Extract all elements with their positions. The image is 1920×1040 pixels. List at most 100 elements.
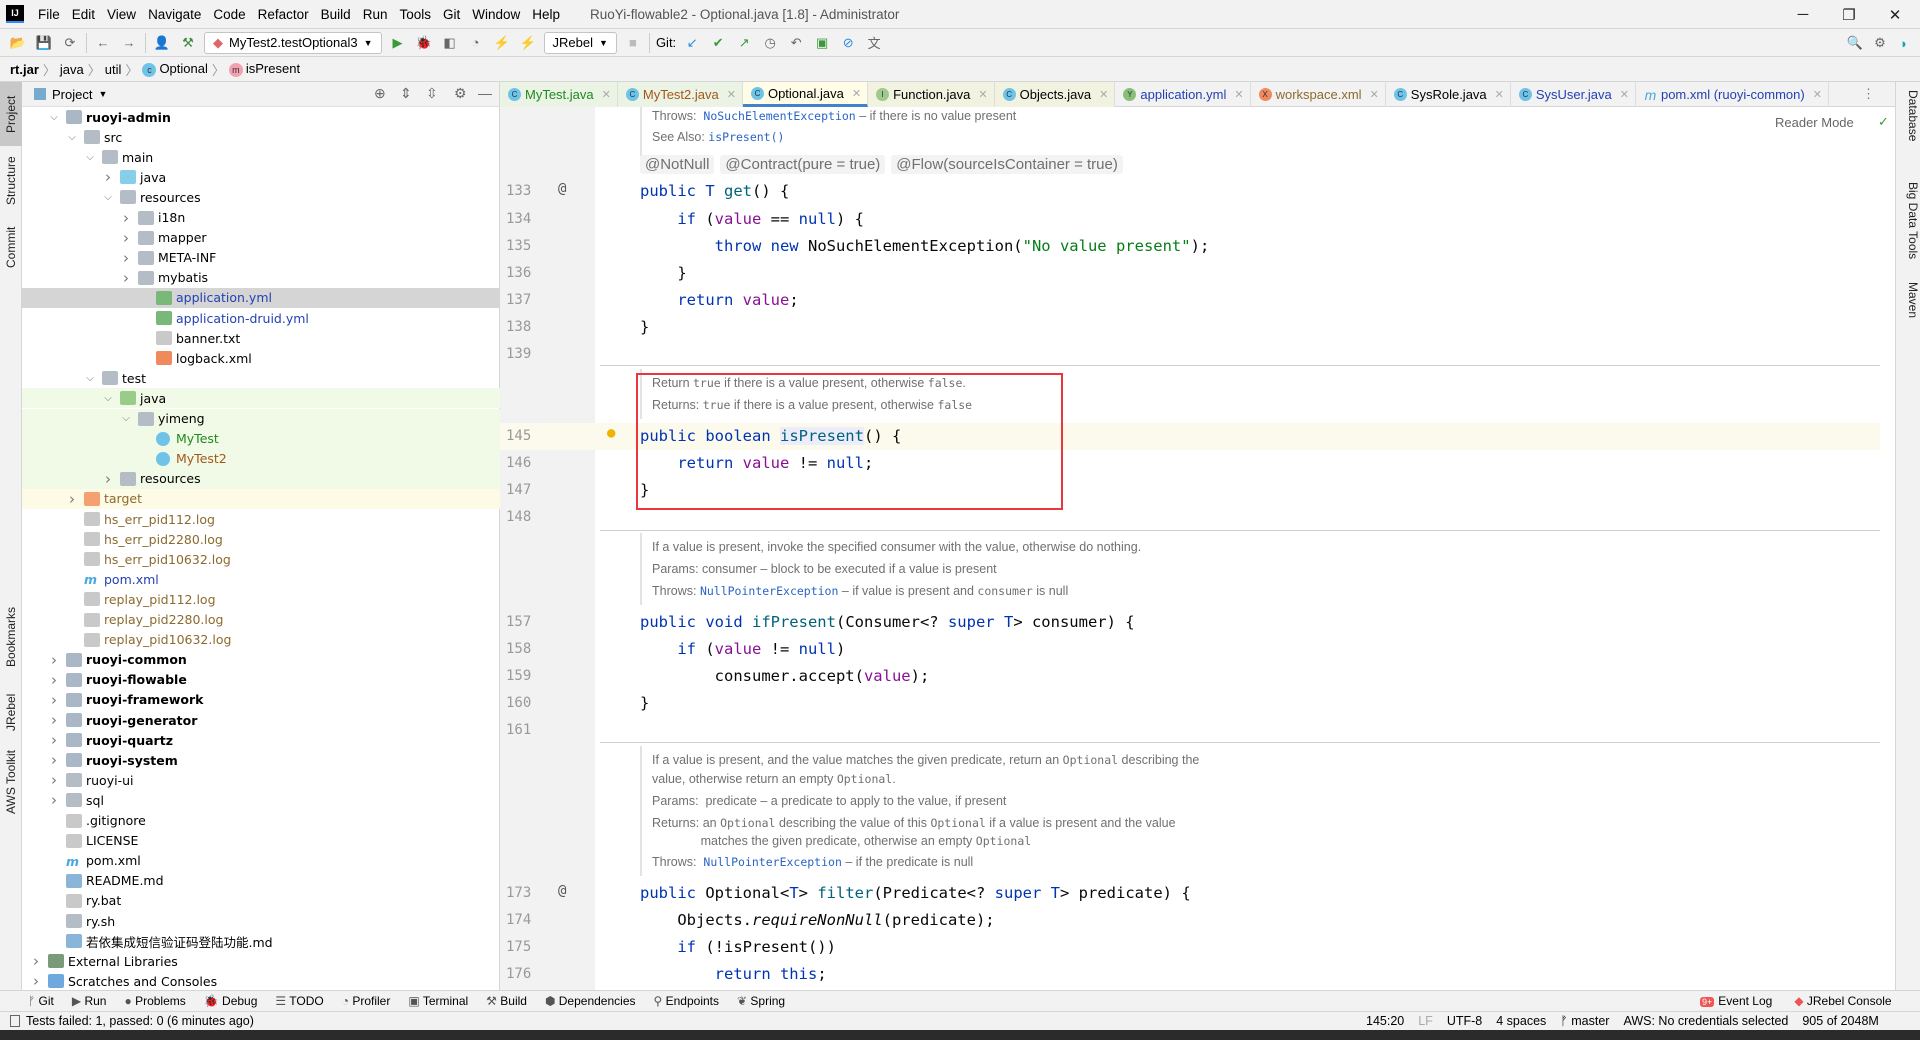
tree-item[interactable]: ⌵ yimeng [22, 408, 500, 429]
tree-item[interactable]: replay_pid2280.log [22, 610, 500, 630]
tree-item[interactable]: application.yml [22, 287, 500, 308]
gear-icon[interactable]: ⚙ [454, 85, 467, 102]
tree-item[interactable]: logback.xml [22, 348, 500, 368]
breadcrumb-item[interactable]: c Optional [142, 61, 208, 77]
chevron-right-icon[interactable]: › [30, 952, 42, 970]
plugin-icon[interactable]: ◗ [1894, 33, 1914, 53]
tool-tab-big-data-tools[interactable]: Big Data Tools [1898, 182, 1920, 259]
back-icon[interactable]: ← [93, 33, 113, 53]
tree-item[interactable]: › target [22, 488, 500, 509]
aws-credentials[interactable]: AWS: No credentials selected [1623, 1014, 1788, 1028]
doc-link[interactable]: isPresent() [708, 130, 784, 144]
disable-icon[interactable]: ⊘ [838, 33, 858, 53]
menu-navigate[interactable]: Navigate [142, 7, 207, 22]
breadcrumb-item[interactable]: util [105, 62, 122, 77]
tree-item[interactable]: hs_err_pid2280.log [22, 529, 500, 549]
tree-item[interactable]: README.md [22, 871, 500, 891]
tool-tab-project[interactable]: Project [0, 82, 22, 146]
tool-tab-maven[interactable]: Maven [1898, 282, 1920, 318]
forward-icon[interactable]: → [119, 33, 139, 53]
override-marker-icon[interactable]: @ [558, 883, 598, 899]
build-hammer-icon[interactable]: ⚒ [178, 33, 198, 53]
tree-item[interactable]: replay_pid112.log [22, 589, 500, 609]
save-icon[interactable]: 💾 [34, 33, 54, 53]
doc-link[interactable]: NoSuchElementException [703, 109, 855, 123]
chevron-right-icon[interactable]: › [120, 249, 132, 267]
tree-item[interactable]: › mybatis [22, 268, 500, 288]
open-icon[interactable]: 📂 [8, 33, 28, 53]
chevron-right-icon[interactable]: › [102, 168, 114, 186]
translate-icon[interactable]: 文 [864, 33, 884, 53]
tool-window-build[interactable]: ⚒ Build [486, 994, 527, 1008]
chevron-right-icon[interactable]: › [48, 751, 60, 769]
tool-window-debug[interactable]: 🐞 Debug [204, 994, 258, 1008]
chevron-right-icon[interactable]: › [48, 711, 60, 729]
tree-item[interactable]: › sql [22, 790, 500, 810]
jrebel-console-button[interactable]: ◆ JRebel Console [1794, 994, 1891, 1008]
tree-item[interactable]: › resources [22, 468, 500, 489]
minimize-button[interactable]: ─ [1780, 0, 1826, 29]
hide-icon[interactable]: — [478, 85, 492, 101]
tree-item[interactable]: ry.sh [22, 911, 500, 931]
chevron-right-icon[interactable]: › [48, 671, 60, 689]
chevron-right-icon[interactable]: › [48, 791, 60, 809]
tree-item[interactable]: › java [22, 167, 500, 187]
tree-item[interactable]: › mapper [22, 228, 500, 248]
git-push-icon[interactable]: ↗ [734, 33, 754, 53]
git-rollback-icon[interactable]: ↶ [786, 33, 806, 53]
chevron-down-icon[interactable]: ⌵ [48, 112, 60, 123]
tool-window-dependencies[interactable]: ⬢ Dependencies [545, 994, 636, 1008]
tool-tab-structure[interactable]: Structure [0, 146, 22, 216]
menu-help[interactable]: Help [526, 7, 566, 22]
chevron-right-icon[interactable]: › [48, 731, 60, 749]
reader-mode-toggle[interactable]: Reader Mode [1775, 115, 1854, 130]
tool-tab-commit[interactable]: Commit [0, 212, 22, 282]
user-icon[interactable]: 👤 [152, 33, 172, 53]
close-button[interactable]: ✕ [1872, 0, 1918, 29]
chevron-down-icon[interactable]: ⌵ [66, 132, 78, 143]
tree-item[interactable]: 若依集成短信验证码登陆功能.md [22, 931, 500, 951]
tree-item[interactable]: › Scratches and Consoles [22, 971, 500, 991]
chevron-down-icon[interactable]: ⌵ [102, 393, 114, 404]
tree-item[interactable]: .gitignore [22, 811, 500, 831]
tree-item[interactable]: ⌵ main [22, 147, 500, 167]
tree-item[interactable]: ⌵ resources [22, 187, 500, 207]
tree-item[interactable]: › ruoyi-quartz [22, 730, 500, 750]
tree-item[interactable]: MyTest2 [22, 448, 500, 469]
tree-item[interactable]: › ruoyi-system [22, 750, 500, 770]
stop-icon[interactable]: ■ [623, 33, 643, 53]
chevron-right-icon[interactable]: › [48, 771, 60, 789]
status-panel-icon[interactable] [10, 1015, 20, 1027]
menu-file[interactable]: File [32, 7, 66, 22]
tree-item[interactable]: LICENSE [22, 831, 500, 851]
menu-edit[interactable]: Edit [66, 7, 101, 22]
tool-tab-database[interactable]: Database [1898, 90, 1920, 141]
inspection-ok-icon[interactable]: ✓ [1878, 114, 1889, 130]
tree-item[interactable]: hs_err_pid10632.log [22, 549, 500, 569]
jrebel-run-icon[interactable]: ⚡ [492, 33, 512, 53]
tree-item[interactable]: hs_err_pid112.log [22, 509, 500, 529]
event-log-button[interactable]: 9+ Event Log [1700, 994, 1772, 1008]
jrebel-select[interactable]: JRebel ▼ [543, 31, 617, 54]
menu-view[interactable]: View [101, 7, 142, 22]
git-commit-icon[interactable]: ✔ [708, 33, 728, 53]
breadcrumb-item[interactable]: java [60, 62, 84, 77]
tree-item[interactable]: MyTest [22, 428, 500, 449]
gear-icon[interactable]: ⚙ [1870, 33, 1890, 53]
search-icon[interactable]: 🔍 [1845, 33, 1865, 53]
tool-tab-jrebel[interactable]: JRebel [0, 682, 22, 742]
tree-item[interactable]: › ruoyi-flowable [22, 670, 500, 690]
tool-window-run[interactable]: ▶ Run [72, 994, 107, 1008]
menu-window[interactable]: Window [466, 7, 526, 22]
tool-window-spring[interactable]: ❦ Spring [737, 994, 785, 1008]
tree-item[interactable]: replay_pid10632.log [22, 630, 500, 650]
tree-item[interactable]: m pom.xml [22, 569, 500, 589]
debug-icon[interactable]: 🐞 [414, 33, 434, 53]
tree-item[interactable]: application-druid.yml [22, 308, 500, 328]
menu-refactor[interactable]: Refactor [252, 7, 315, 22]
breadcrumb-item[interactable]: m isPresent [228, 61, 300, 77]
jrebel-debug-icon[interactable]: ⚡ [518, 33, 538, 53]
doc-link[interactable]: NullPointerException [700, 584, 838, 598]
run-icon[interactable]: ▶ [388, 33, 408, 53]
tree-item[interactable]: m pom.xml [22, 851, 500, 871]
